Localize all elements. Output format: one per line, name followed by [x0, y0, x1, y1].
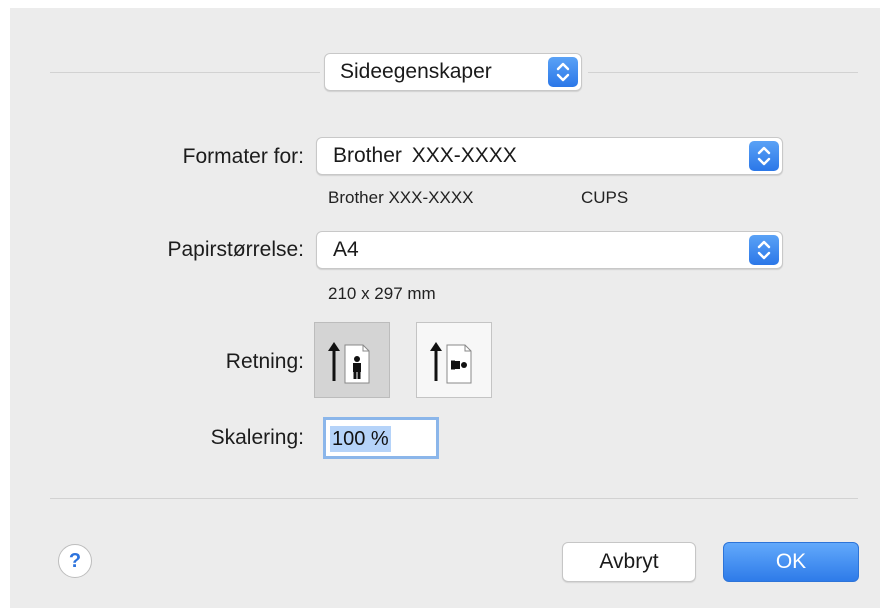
ok-button[interactable]: OK: [723, 542, 859, 582]
help-button[interactable]: ?: [58, 544, 92, 578]
top-separator-right: [588, 72, 858, 73]
printer-driver-name: CUPS: [581, 188, 629, 207]
scaling-value: 100 %: [330, 426, 391, 452]
format-for-dropdown[interactable]: Brother XXX-XXXX: [316, 137, 783, 175]
chevron-updown-icon: [548, 57, 578, 87]
format-for-brand: Brother: [333, 144, 402, 167]
settings-dropdown-label: Sideegenskaper: [340, 60, 492, 83]
page-setup-dialog: Sideegenskaper Formater for: Brother XXX…: [10, 8, 880, 608]
format-for-model: XXX-XXXX: [411, 144, 517, 167]
scaling-label: Skalering:: [210, 426, 304, 449]
paper-size-value: A4: [333, 238, 359, 261]
orientation-label: Retning:: [225, 350, 304, 373]
landscape-orientation-icon: [430, 342, 472, 384]
printer-device-name: Brother XXX-XXXX: [328, 188, 474, 207]
settings-dropdown[interactable]: Sideegenskaper: [324, 53, 582, 91]
paper-dimensions: 210 x 297 mm: [328, 284, 436, 303]
bottom-separator: [50, 498, 858, 499]
portrait-orientation-icon: [328, 342, 370, 384]
paper-size-label: Papirstørrelse:: [167, 238, 304, 261]
chevron-updown-icon: [749, 141, 779, 171]
orientation-portrait-button[interactable]: [314, 322, 390, 398]
paper-size-dropdown[interactable]: A4: [316, 231, 783, 269]
format-for-label: Formater for:: [182, 145, 304, 168]
top-separator-left: [50, 72, 320, 73]
cancel-button[interactable]: Avbryt: [562, 542, 696, 582]
chevron-updown-icon: [749, 235, 779, 265]
orientation-landscape-button[interactable]: [416, 322, 492, 398]
scaling-input[interactable]: 100 %: [323, 417, 439, 459]
format-for-value: Brother XXX-XXXX: [333, 138, 517, 174]
